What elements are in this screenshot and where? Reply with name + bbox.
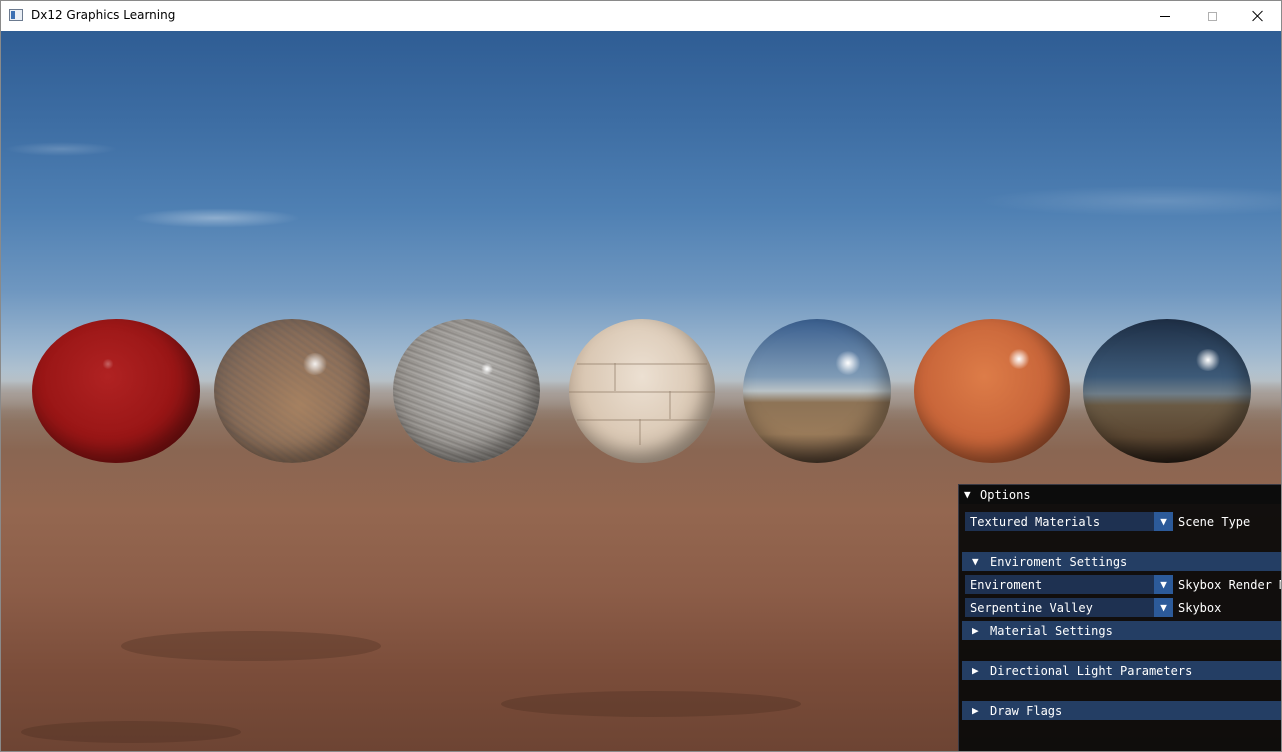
sphere-dark-metal (1083, 319, 1251, 463)
environment-settings-header[interactable]: ▼ Enviroment Settings (962, 552, 1281, 571)
terrain-shadow (501, 691, 801, 717)
render-viewport[interactable]: ▼ Options Textured Materials ▼ Scene Typ… (1, 31, 1281, 751)
brick-mortar-line (639, 419, 641, 445)
skybox-render-mode-label: Skybox Render M (1178, 578, 1282, 592)
title-bar[interactable]: Dx12 Graphics Learning (1, 1, 1281, 31)
collapsed-arrow-icon: ▶ (972, 704, 979, 717)
specular-highlight (1008, 349, 1030, 369)
scene-type-label: Scene Type (1178, 515, 1251, 529)
environment-settings-label: Enviroment Settings (990, 555, 1128, 569)
window-title: Dx12 Graphics Learning (31, 8, 176, 22)
maximize-button[interactable] (1189, 1, 1235, 31)
specular-highlight (481, 363, 493, 375)
close-button[interactable] (1235, 1, 1281, 31)
specular-highlight (1195, 349, 1221, 371)
expanded-arrow-icon: ▼ (972, 555, 979, 568)
specular-highlight (102, 359, 114, 369)
brick-mortar-line (669, 391, 671, 419)
directional-light-header[interactable]: ▶ Directional Light Parameters (962, 661, 1281, 680)
directional-light-label: Directional Light Parameters (990, 664, 1193, 678)
sphere-white-brick (569, 319, 715, 463)
options-title-bar[interactable]: ▼ Options (959, 485, 1281, 504)
draw-flags-header[interactable]: ▶ Draw Flags (962, 701, 1281, 720)
minimize-button[interactable] (1142, 1, 1188, 31)
sphere-red-plastic (32, 319, 200, 463)
sphere-chrome (743, 319, 891, 463)
sphere-orange-plastic (914, 319, 1070, 463)
collapse-arrow-icon[interactable]: ▼ (964, 488, 971, 501)
skybox-label: Skybox (1178, 601, 1222, 615)
sphere-granite (393, 319, 540, 463)
draw-flags-label: Draw Flags (990, 704, 1063, 718)
scene-type-combo[interactable]: Textured Materials ▼ (965, 512, 1173, 531)
app-window: Dx12 Graphics Learning ▼ Options Texture… (0, 0, 1282, 752)
material-settings-header[interactable]: ▶ Material Settings (962, 621, 1281, 640)
minimize-icon (1160, 15, 1170, 17)
skybox-combo[interactable]: Serpentine Valley ▼ (965, 598, 1173, 617)
scene-type-value: Textured Materials (970, 515, 1101, 529)
chevron-down-icon[interactable]: ▼ (1154, 575, 1173, 594)
close-icon (1252, 10, 1264, 22)
skybox-render-mode-value: Enviroment (970, 578, 1043, 592)
options-title: Options (980, 488, 1031, 502)
chevron-down-icon[interactable]: ▼ (1154, 512, 1173, 531)
brick-mortar-line (569, 391, 715, 393)
chevron-down-icon[interactable]: ▼ (1154, 598, 1173, 617)
app-icon (9, 9, 23, 21)
maximize-icon (1207, 11, 1217, 21)
options-panel: ▼ Options Textured Materials ▼ Scene Typ… (958, 484, 1282, 751)
specular-highlight (835, 351, 861, 375)
skybox-render-mode-combo[interactable]: Enviroment ▼ (965, 575, 1173, 594)
collapsed-arrow-icon: ▶ (972, 664, 979, 677)
brick-mortar-line (577, 419, 707, 421)
collapsed-arrow-icon: ▶ (972, 624, 979, 637)
terrain-shadow (121, 631, 381, 661)
material-settings-label: Material Settings (990, 624, 1113, 638)
brick-mortar-line (577, 363, 707, 365)
specular-highlight (302, 353, 328, 375)
sphere-rusted-metal (214, 319, 370, 463)
brick-mortar-line (614, 363, 616, 391)
terrain-shadow (21, 721, 241, 743)
skybox-value: Serpentine Valley (970, 601, 1093, 615)
